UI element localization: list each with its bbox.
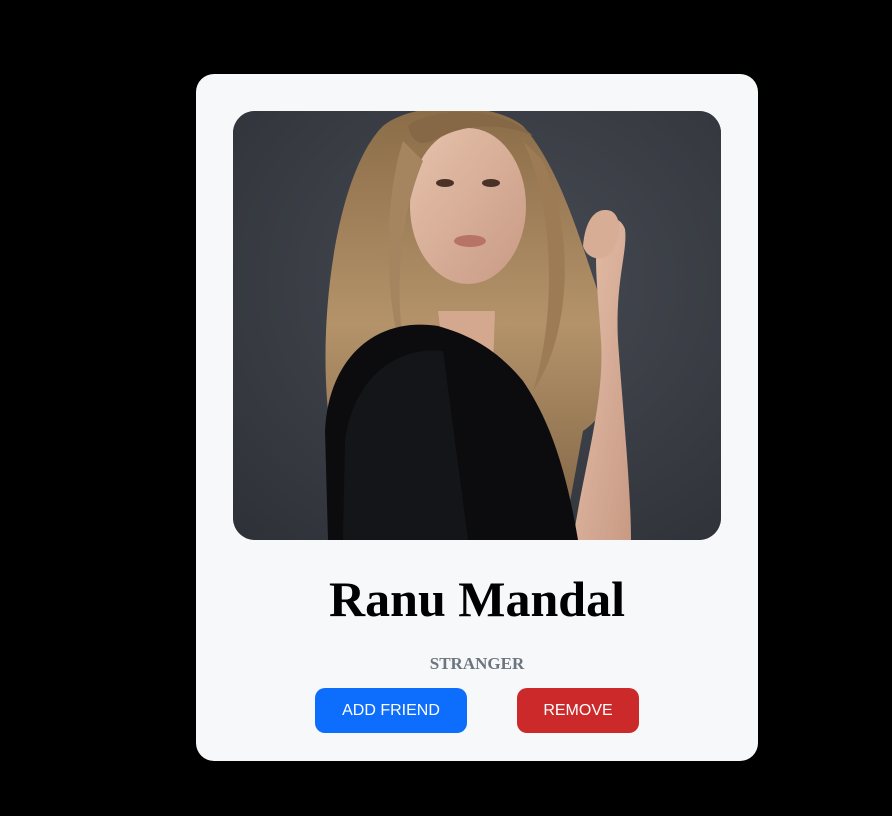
profile-card: Ranu Mandal STRANGER ADD FRIEND REMOVE: [196, 74, 758, 761]
profile-name: Ranu Mandal: [329, 571, 625, 627]
profile-photo: [233, 111, 721, 540]
relationship-status: STRANGER: [429, 654, 525, 673]
remove-button[interactable]: REMOVE: [517, 688, 639, 733]
add-friend-button[interactable]: ADD FRIEND: [315, 688, 467, 733]
portrait-image: [233, 111, 721, 540]
